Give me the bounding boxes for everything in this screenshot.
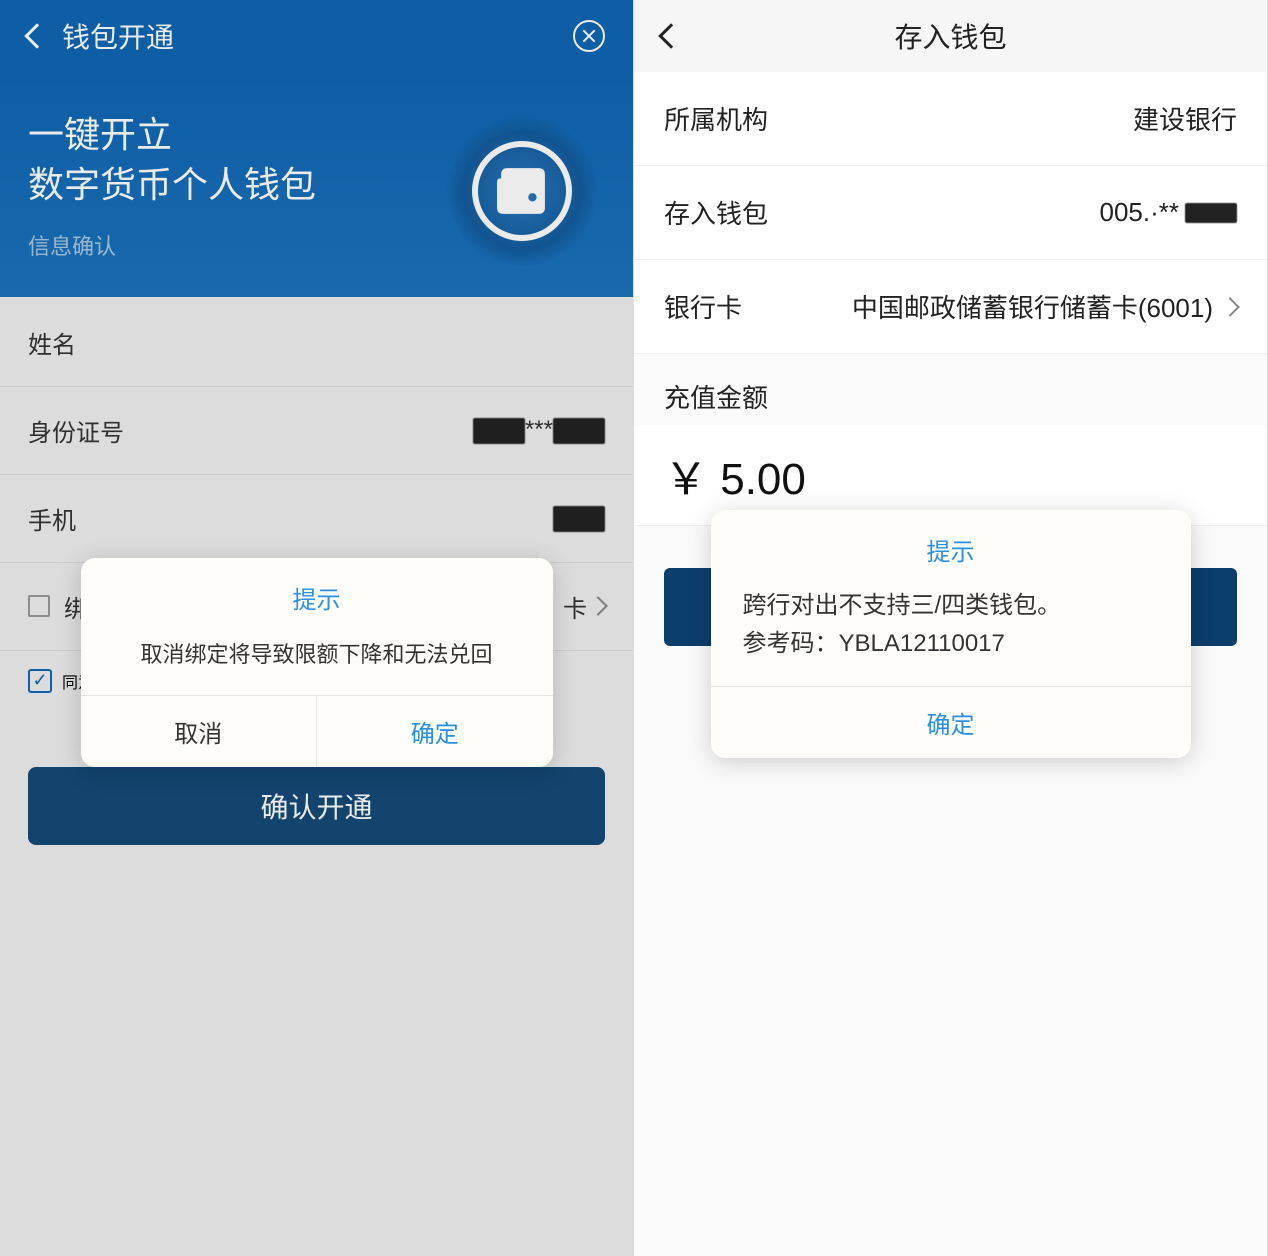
bank-card-row[interactable]: 银行卡 中国邮政储蓄银行储蓄卡(6001) — [634, 260, 1267, 354]
cancel-button[interactable]: 取消 — [81, 696, 318, 767]
org-label: 所属机构 — [664, 100, 768, 137]
dialog-line2: 参考码：YBLA12110017 — [743, 625, 1159, 663]
alert-dialog: 提示 取消绑定将导致限额下降和无法兑回 取消 确定 — [81, 558, 553, 767]
screen-deposit-wallet: 存入钱包 所属机构 建设银行 存入钱包 005.·** 银行卡 中国邮政储蓄银行… — [634, 0, 1268, 1256]
wallet-value: 005.·** — [1100, 197, 1238, 228]
ok-button[interactable]: 确定 — [317, 696, 553, 767]
card-label: 银行卡 — [664, 288, 742, 325]
org-value: 建设银行 — [1133, 100, 1237, 137]
dialog-title: 提示 — [711, 510, 1191, 581]
header-bar: 存入钱包 — [634, 0, 1267, 72]
page-title: 存入钱包 — [634, 16, 1267, 56]
org-row: 所属机构 建设银行 — [634, 72, 1267, 166]
dialog-message: 取消绑定将导致限额下降和无法兑回 — [81, 629, 553, 695]
card-value: 中国邮政储蓄银行储蓄卡(6001) — [852, 288, 1213, 325]
amount-label: 充值金额 — [634, 354, 1267, 425]
wallet-row[interactable]: 存入钱包 005.·** — [634, 166, 1267, 260]
dialog-message: 跨行对出不支持三/四类钱包。 参考码：YBLA12110017 — [711, 581, 1191, 686]
screen-wallet-open: 钱包开通 一键开立 数字货币个人钱包 信息确认 姓名 身份证号 *** 手机 — [0, 0, 634, 1256]
dialog-line1: 跨行对出不支持三/四类钱包。 — [743, 587, 1159, 625]
alert-dialog: 提示 跨行对出不支持三/四类钱包。 参考码：YBLA12110017 确定 — [711, 510, 1191, 758]
reference-code: YBLA12110017 — [839, 630, 1005, 657]
wallet-label: 存入钱包 — [664, 194, 768, 231]
ok-button[interactable]: 确定 — [711, 686, 1191, 758]
dialog-title: 提示 — [81, 558, 553, 629]
chevron-right-icon — [1220, 297, 1240, 317]
